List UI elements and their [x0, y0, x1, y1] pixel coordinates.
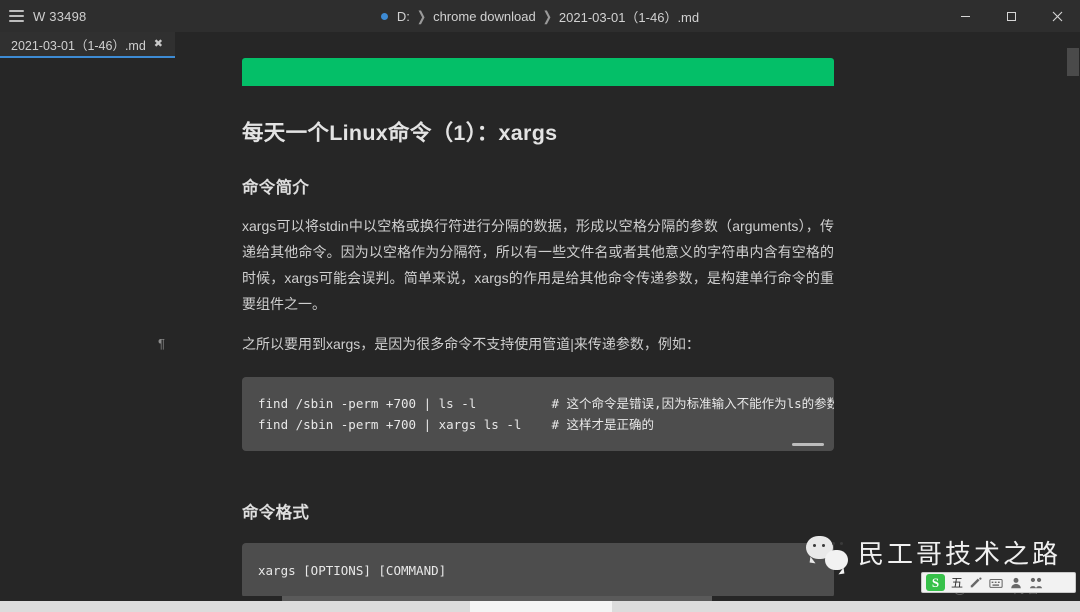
code-line-1: find /sbin -perm +700 | ls -l # 这个命令是错误,… — [258, 396, 834, 411]
person-icon[interactable] — [1009, 576, 1023, 590]
tools-icon[interactable] — [1029, 576, 1043, 590]
editor-area: 每天一个Linux命令（1）：xargs 命令简介 xargs可以将stdin中… — [0, 58, 1080, 596]
application-window: W 33498 D: ❯ chrome download ❯ 2021-03-0… — [0, 0, 1080, 612]
vertical-scrollbar-thumb[interactable] — [1067, 48, 1079, 76]
window-title: W 33498 — [33, 8, 87, 24]
sogou-logo-icon[interactable]: S — [926, 574, 945, 591]
heading-command-format: 命令格式 — [242, 504, 310, 522]
title-bar-left: W 33498 — [0, 9, 210, 24]
tab-document[interactable]: 2021-03-01（1-46）.md ✖ — [0, 32, 176, 58]
code-block-syntax[interactable]: xargs [OPTIONS] [COMMAND] — [242, 543, 834, 596]
breadcrumb-chevron-icon: ❯ — [416, 9, 427, 25]
close-icon — [1052, 11, 1062, 21]
breadcrumb-item-drive[interactable]: D: — [397, 9, 410, 24]
ime-mode-label[interactable]: 五 — [951, 577, 963, 589]
code-horizontal-scrollbar[interactable] — [792, 443, 824, 446]
heading-command-intro: 命令简介 — [242, 179, 310, 197]
window-controls — [942, 0, 1080, 32]
close-button[interactable] — [1034, 0, 1080, 32]
maximize-button[interactable] — [988, 0, 1034, 32]
vertical-scrollbar[interactable] — [1066, 32, 1080, 596]
code-syntax-line: xargs [OPTIONS] [COMMAND] — [258, 563, 447, 578]
sogou-ime-toolbar[interactable]: S 五 — [921, 572, 1076, 593]
maximize-icon — [1006, 11, 1016, 21]
code-block-example[interactable]: find /sbin -perm +700 | ls -l # 这个命令是错误,… — [242, 377, 834, 451]
tab-bar: 2021-03-01（1-46）.md ✖ — [0, 32, 1080, 58]
breadcrumb-item-folder[interactable]: chrome download — [433, 9, 536, 24]
keyboard-icon[interactable] — [989, 576, 1003, 590]
tab-label: 2021-03-01（1-46）.md — [11, 38, 146, 53]
title-bar: W 33498 D: ❯ chrome download ❯ 2021-03-0… — [0, 0, 1080, 32]
pilcrow-icon: ¶ — [158, 336, 165, 351]
paragraph-pipe-note-text: 之所以要用到xargs，是因为很多命令不支持使用管道|来传递参数，例如： — [242, 336, 700, 352]
paragraph-pipe-note[interactable]: ¶ 之所以要用到xargs，是因为很多命令不支持使用管道|来传递参数，例如： — [158, 331, 834, 357]
modified-dot-icon — [380, 12, 388, 20]
minimize-icon — [960, 15, 970, 17]
paragraph-intro[interactable]: xargs可以将stdin中以空格或换行符进行分隔的数据，形成以空格分隔的参数（… — [242, 213, 834, 317]
hamburger-menu-icon[interactable] — [9, 10, 24, 22]
taskbar-active-item[interactable] — [470, 601, 612, 612]
minimize-button[interactable] — [942, 0, 988, 32]
breadcrumb-item-file[interactable]: 2021-03-01（1-46）.md — [559, 7, 699, 26]
document-page: 每天一个Linux命令（1）：xargs 命令简介 xargs可以将stdin中… — [158, 58, 894, 596]
os-taskbar[interactable] — [0, 601, 1080, 612]
code-line-2: find /sbin -perm +700 | xargs ls -l # 这样… — [258, 417, 655, 432]
header-banner-image — [242, 58, 834, 86]
breadcrumb-chevron-icon: ❯ — [542, 9, 552, 25]
document-title: 每天一个Linux命令（1）：xargs — [242, 121, 558, 145]
tab-close-icon[interactable]: ✖ — [154, 38, 163, 50]
pen-icon[interactable] — [969, 576, 983, 590]
document-content: 每天一个Linux命令（1）：xargs 命令简介 xargs可以将stdin中… — [158, 116, 894, 596]
